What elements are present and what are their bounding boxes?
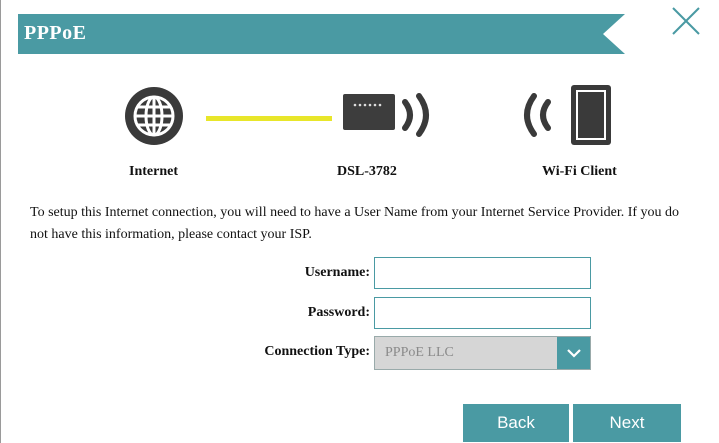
chevron-down-icon xyxy=(566,349,581,358)
back-button[interactable]: Back xyxy=(463,404,569,442)
wireless-signal-icon xyxy=(524,93,551,137)
header-bar xyxy=(18,14,698,54)
password-label: Password: xyxy=(307,305,370,320)
password-row: Password: xyxy=(1,297,719,331)
connection-type-row: Connection Type: PPPoE LLC xyxy=(1,336,719,370)
tablet-icon xyxy=(571,85,611,145)
connection-line xyxy=(206,116,332,121)
dialog-title: PPPoE xyxy=(24,22,87,44)
router-label: DSL-3782 xyxy=(337,164,397,179)
router-icon xyxy=(343,94,395,130)
username-row: Username: xyxy=(1,257,719,291)
wireless-signal-icon xyxy=(402,93,429,137)
close-button[interactable] xyxy=(669,4,703,38)
next-button[interactable]: Next xyxy=(573,404,681,442)
dialog-header: PPPoE xyxy=(18,14,698,54)
close-icon xyxy=(672,7,700,35)
internet-label: Internet xyxy=(129,164,178,179)
username-label: Username: xyxy=(304,265,370,280)
wifi-client-label: Wi-Fi Client xyxy=(542,164,617,179)
connection-diagram: Internet DSL-3782 Wi-Fi Client xyxy=(1,78,719,188)
connection-type-value: PPPoE LLC xyxy=(385,345,454,360)
setup-description: To setup this Internet connection, you w… xyxy=(30,205,680,242)
username-input[interactable] xyxy=(374,257,591,289)
password-input[interactable] xyxy=(374,297,591,329)
dropdown-button[interactable] xyxy=(557,337,590,369)
globe-icon xyxy=(125,87,183,145)
connection-type-label: Connection Type: xyxy=(264,344,370,359)
connection-type-select[interactable]: PPPoE LLC xyxy=(374,336,591,370)
pppoe-dialog: PPPoE Internet DSL-3782 Wi-Fi Client To … xyxy=(0,0,719,443)
